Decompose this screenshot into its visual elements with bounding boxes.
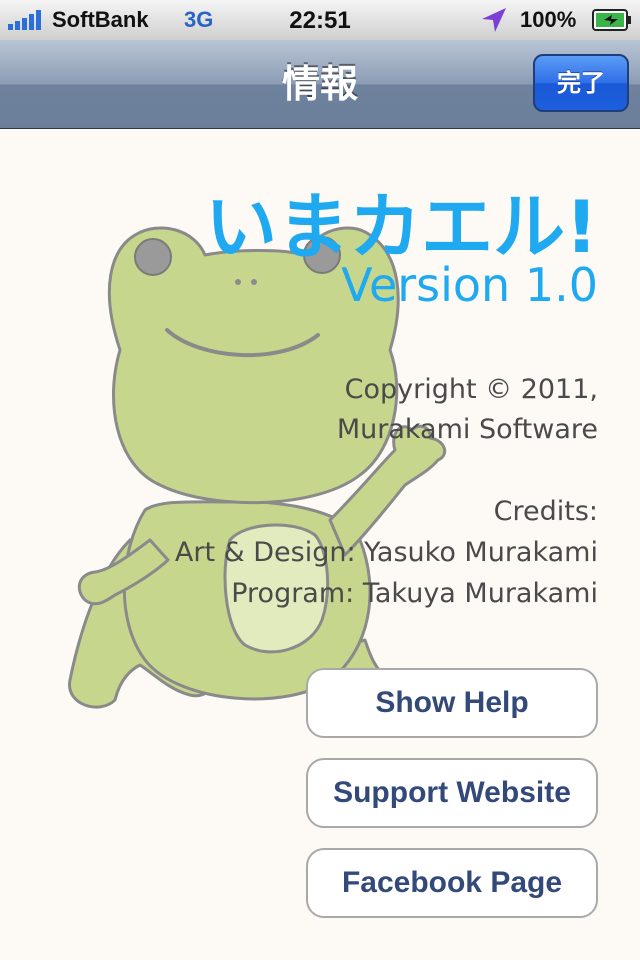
battery-charging-icon (592, 9, 631, 31)
copyright-line-2: Murakami Software (336, 414, 598, 445)
credit-program: Program: Takuya Murakami (231, 578, 598, 609)
facebook-page-button[interactable]: Facebook Page (306, 848, 598, 918)
support-website-button[interactable]: Support Website (306, 758, 598, 828)
show-help-button[interactable]: Show Help (306, 668, 598, 738)
copyright-line-1: Copyright © 2011, (344, 374, 598, 405)
location-arrow-icon (482, 8, 506, 32)
credit-art-design: Art & Design: Yasuko Murakami (174, 537, 598, 568)
done-button[interactable]: 完了 (533, 54, 629, 112)
status-bar: SoftBank 3G 22:51 100% (0, 0, 640, 40)
navigation-bar: 情報 完了 (0, 40, 640, 129)
credits-heading: Credits: (493, 496, 598, 527)
battery-percentage: 100% (520, 7, 577, 32)
version-label: Version 1.0 (341, 258, 598, 312)
